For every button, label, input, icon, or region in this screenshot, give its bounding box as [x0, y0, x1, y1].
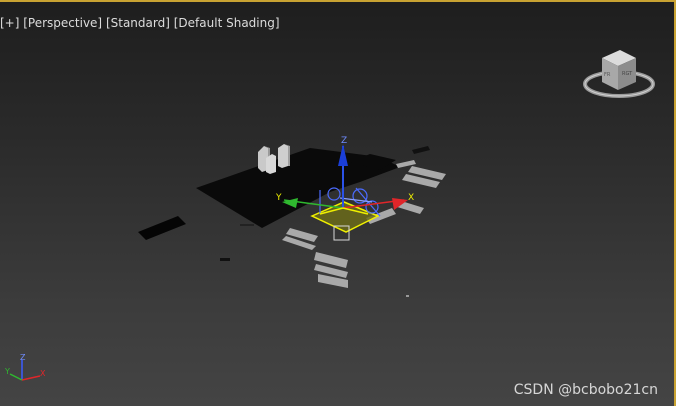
svg-text:FR: FR [604, 72, 611, 78]
floor-slab-small[interactable] [412, 146, 430, 154]
viewcube-icon[interactable]: FR RGT [582, 44, 656, 104]
scene-dot [406, 295, 409, 297]
floor-slab-tiny[interactable] [220, 258, 230, 261]
gizmo-y-label: Y [275, 193, 282, 203]
tripod-z-label: Z [20, 354, 26, 362]
watermark: CSDN @bcbobo21cn [513, 382, 658, 398]
svg-text:RGT: RGT [622, 71, 633, 77]
axis-tripod: Z X Y [4, 354, 46, 381]
floor-slab-line[interactable] [240, 224, 254, 226]
gizmo-z-label: Z [341, 136, 347, 146]
tripod-y-label: Y [4, 367, 10, 376]
floor-slab-left[interactable] [138, 216, 186, 240]
tripod-x-label: X [40, 369, 46, 378]
gizmo-x-label: X [408, 193, 414, 203]
scene-canvas[interactable]: Z Y X [0, 2, 676, 406]
perspective-viewport[interactable]: [+] [Perspective] [Standard] [Default Sh… [0, 0, 676, 406]
